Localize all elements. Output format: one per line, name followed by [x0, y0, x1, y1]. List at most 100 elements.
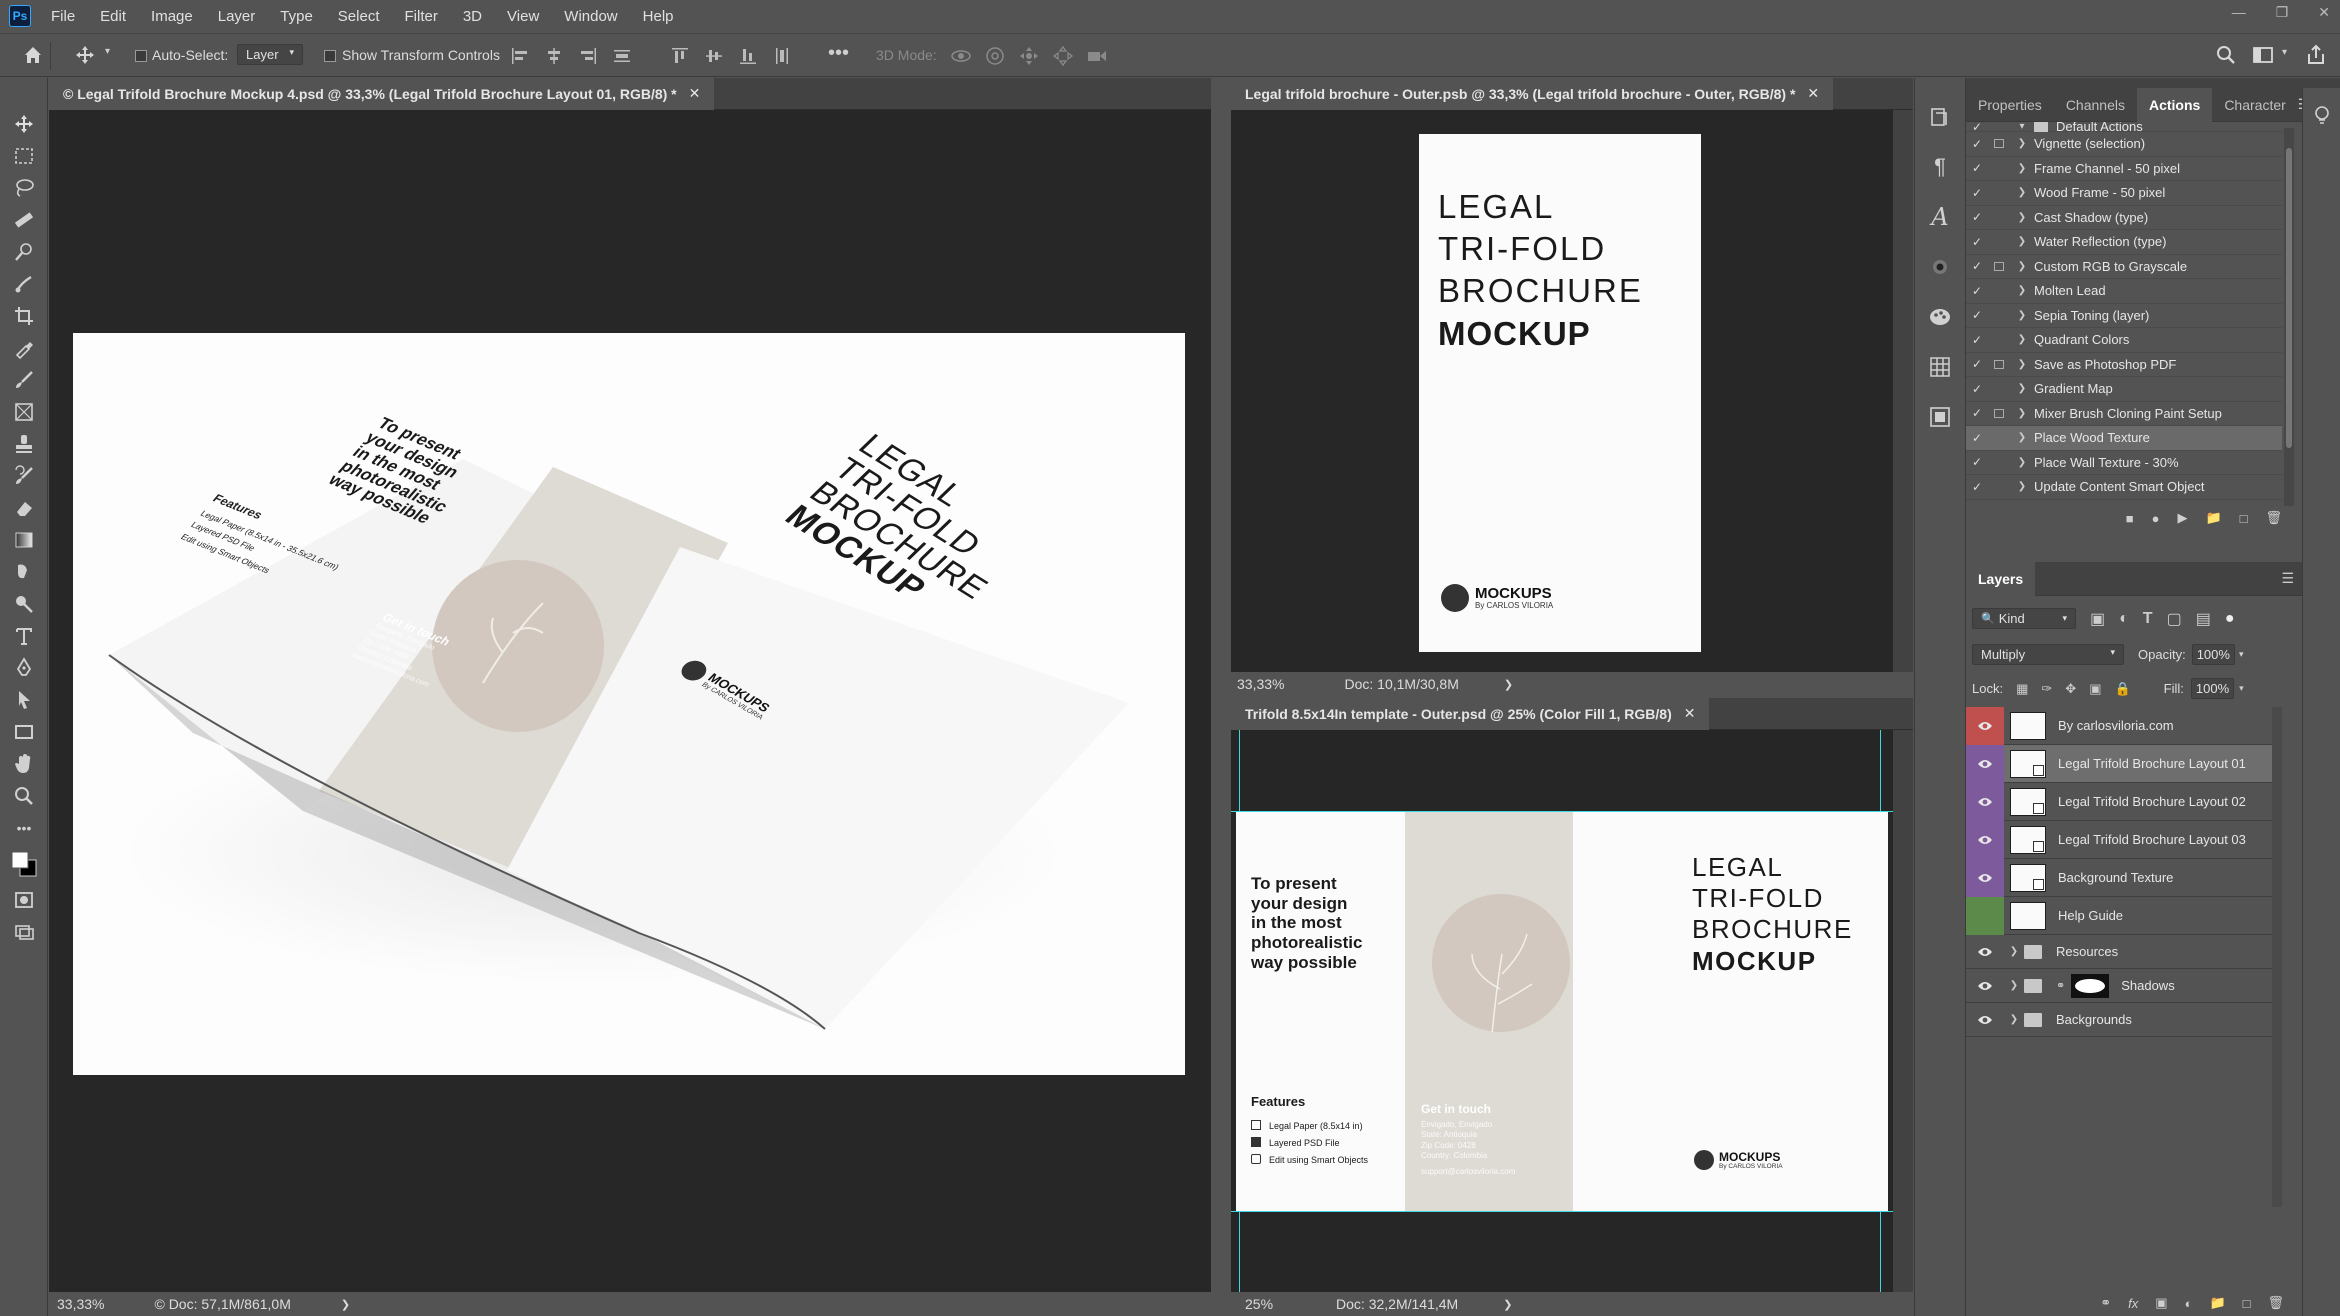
minimize-icon[interactable]: — [2232, 4, 2246, 21]
chevron-right-icon[interactable]: ❯ [2010, 236, 2034, 247]
chevron-right-icon[interactable]: ❯ [2004, 980, 2024, 991]
tool-rectangle[interactable] [0, 716, 48, 748]
tool-patch[interactable] [0, 396, 48, 428]
menu-type[interactable]: Type [280, 8, 313, 25]
fx-icon[interactable]: fx [2128, 1296, 2138, 1311]
tool-smudge[interactable] [0, 556, 48, 588]
tab-character[interactable]: Character [2212, 97, 2297, 113]
tab-channels[interactable]: Channels [2054, 97, 2137, 113]
distribute-vertical-icon[interactable] [772, 46, 792, 66]
new-set-icon[interactable]: 📁 [2205, 510, 2221, 526]
action-item[interactable]: ✓ ❯ Mixer Brush Cloning Paint Setup [1966, 402, 2282, 426]
zoom-level[interactable]: 25% [1245, 1296, 1273, 1312]
check-icon[interactable]: ✓ [1966, 137, 1988, 151]
filter-pixel-icon[interactable]: ▣ [2090, 609, 2105, 629]
check-icon[interactable]: ✓ [1966, 480, 1988, 494]
check-icon[interactable]: ✓ [1966, 357, 1988, 371]
paragraph-panel-button[interactable]: ¶ [1915, 142, 1965, 192]
character-panel-button[interactable]: A [1915, 192, 1965, 242]
tool-eyedropper[interactable] [0, 332, 48, 364]
lock-paint-icon[interactable]: ✑ [2041, 681, 2052, 697]
chevron-down-icon[interactable]: ▾ [105, 46, 110, 57]
tool-lasso[interactable] [0, 172, 48, 204]
chevron-right-icon[interactable]: ❯ [2010, 481, 2034, 492]
action-item[interactable]: ✓ ❯ Update Content Smart Object [1966, 475, 2282, 500]
action-item[interactable]: ✓ ❯ Vignette (selection) [1966, 132, 2282, 157]
share-icon[interactable] [2305, 44, 2327, 66]
distribute-icon[interactable] [612, 46, 632, 66]
filter-shape-icon[interactable]: ▢ [2167, 609, 2182, 629]
layer-group-shadows[interactable]: ❯ ⚭ Shadows [1966, 969, 2272, 1003]
panel-collapse-bar[interactable] [1966, 78, 2340, 88]
roll-3d-icon[interactable] [984, 45, 1006, 67]
dialog-toggle-icon[interactable] [1988, 359, 2010, 369]
check-icon[interactable]: ✓ [1966, 122, 1988, 134]
chevron-right-icon[interactable]: ❯ [2010, 383, 2034, 394]
check-icon[interactable]: ✓ [1966, 210, 1988, 224]
chevron-right-icon[interactable]: ❯ [2010, 138, 2034, 149]
menu-file[interactable]: File [51, 8, 75, 25]
menu-window[interactable]: Window [564, 8, 617, 25]
action-item[interactable]: ✓ ❯ Gradient Map [1966, 377, 2282, 402]
check-icon[interactable]: ✓ [1966, 308, 1988, 322]
restore-icon[interactable]: ❐ [2276, 4, 2289, 21]
visibility-eye-icon[interactable] [1966, 820, 2004, 859]
tool-type[interactable] [0, 620, 48, 652]
opacity-input[interactable]: 100% [2191, 644, 2235, 665]
close-tab-icon[interactable]: ✕ [1807, 85, 1819, 102]
scale-3d-icon[interactable] [1086, 45, 1108, 67]
dialog-toggle-icon[interactable] [1988, 482, 2010, 491]
filter-type-icon[interactable]: T [2143, 610, 2153, 628]
menu-3d[interactable]: 3D [463, 8, 482, 25]
layer-background-texture[interactable]: Background Texture [1966, 858, 2272, 897]
action-item[interactable]: ✓ ❯ Place Wood Texture [1966, 426, 2282, 451]
filter-adjustment-icon[interactable]: ◐ [2119, 610, 2129, 628]
home-icon[interactable] [22, 44, 44, 66]
chevron-right-icon[interactable]: ❯ [2010, 261, 2034, 272]
chevron-right-icon[interactable]: ❯ [1503, 1298, 1512, 1311]
dialog-toggle-icon[interactable] [1988, 213, 2010, 222]
menu-select[interactable]: Select [338, 8, 380, 25]
tool-dodge[interactable] [0, 588, 48, 620]
align-middle-icon[interactable] [704, 46, 724, 66]
dialog-toggle-icon[interactable] [1988, 139, 2010, 149]
tool-spot-heal[interactable] [0, 268, 48, 300]
chevron-down-icon[interactable]: ▾ [2239, 649, 2244, 660]
chevron-right-icon[interactable]: ❯ [2010, 310, 2034, 321]
chevron-right-icon[interactable]: ❯ [2010, 334, 2034, 345]
lightbulb-icon[interactable] [2311, 104, 2333, 126]
chevron-right-icon[interactable]: ❯ [1504, 678, 1513, 691]
swatches-panel-button[interactable] [1915, 292, 1965, 342]
close-tab-icon[interactable]: ✕ [689, 85, 701, 102]
new-action-icon[interactable]: □ [2240, 511, 2248, 526]
menu-filter[interactable]: Filter [405, 8, 438, 25]
visibility-eye-icon[interactable] [1966, 782, 2004, 821]
layer-layout-03[interactable]: Legal Trifold Brochure Layout 03 [1966, 820, 2272, 859]
canvas-area-outer[interactable]: LEGAL TRI-FOLD BROCHURE MOCKUP MOCKUPS B… [1231, 110, 1893, 672]
tool-history-brush[interactable] [0, 460, 48, 492]
menu-layer[interactable]: Layer [218, 8, 256, 25]
zoom-level[interactable]: 33,33% [1237, 676, 1284, 692]
check-icon[interactable]: ✓ [1966, 406, 1988, 420]
chevron-right-icon[interactable]: ▾ [2010, 122, 2034, 132]
dialog-toggle-icon[interactable] [1988, 408, 2010, 418]
tool-move[interactable] [0, 108, 48, 140]
dialog-toggle-icon[interactable] [1988, 164, 2010, 173]
link-layers-icon[interactable]: ⚭ [2100, 1295, 2111, 1311]
check-icon[interactable]: ✓ [1966, 235, 1988, 249]
canvas-area-main[interactable]: To present your design in the most photo… [49, 110, 1211, 1292]
tool-quick-select[interactable] [0, 236, 48, 268]
color-swatches[interactable] [0, 844, 48, 884]
tool-zoom[interactable] [0, 780, 48, 812]
filter-toggle-icon[interactable]: ● [2225, 610, 2235, 628]
chevron-right-icon[interactable]: ❯ [2010, 408, 2034, 419]
menu-edit[interactable]: Edit [100, 8, 126, 25]
action-item[interactable]: ✓ ❯ Frame Channel - 50 pixel [1966, 157, 2282, 181]
tool-screen-mode[interactable] [0, 916, 48, 948]
check-icon[interactable]: ✓ [1966, 431, 1988, 445]
dialog-toggle-icon[interactable] [1988, 384, 2010, 393]
dialog-toggle-icon[interactable] [1988, 286, 2010, 295]
action-set-default[interactable]: ✓ ▾ Default Actions [1966, 122, 2282, 134]
pane-splitter[interactable] [1211, 78, 1231, 1316]
tab-main-document[interactable]: © Legal Trifold Brochure Mockup 4.psd @ … [49, 77, 715, 110]
